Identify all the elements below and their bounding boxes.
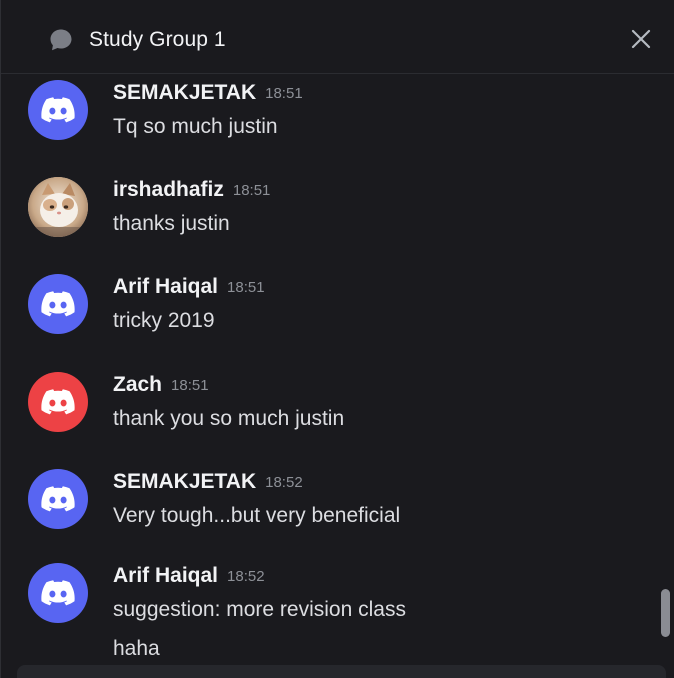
message-text: haha [113, 637, 160, 660]
message-text: tricky 2019 [113, 309, 215, 332]
username[interactable]: SEMAKJETAK [113, 470, 256, 493]
username[interactable]: SEMAKJETAK [113, 81, 256, 104]
message-list: SEMAKJETAK 18:51 Tq so much justin irsha… [1, 74, 674, 678]
message-header: Zach 18:51 [113, 372, 209, 398]
avatar[interactable] [28, 372, 88, 432]
timestamp: 18:51 [171, 377, 209, 394]
avatar[interactable] [28, 469, 88, 529]
close-icon [631, 29, 651, 49]
scrollbar-thumb[interactable] [661, 589, 670, 637]
discord-logo-icon [41, 580, 75, 606]
username[interactable]: irshadhafiz [113, 178, 224, 201]
avatar[interactable] [28, 274, 88, 334]
chat-window: Study Group 1 SEMAKJETAK 18:51 Tq so much… [0, 0, 674, 678]
message-text: thanks justin [113, 212, 230, 235]
avatar[interactable] [28, 177, 88, 237]
message-text: Very tough...but very beneficial [113, 504, 401, 527]
cat-photo-avatar [28, 177, 88, 237]
timestamp: 18:52 [265, 474, 303, 491]
message-header: SEMAKJETAK 18:52 [113, 469, 303, 495]
timestamp: 18:51 [232, 182, 271, 199]
message-header: irshadhafiz 18:51 [113, 177, 270, 203]
message-composer[interactable] [17, 665, 666, 678]
discord-logo-icon [41, 389, 75, 415]
message-header: Arif Haiqal 18:52 [113, 563, 265, 589]
timestamp: 18:51 [265, 85, 303, 102]
chat-bubble-icon [48, 27, 74, 53]
message-header: SEMAKJETAK 18:51 [113, 80, 303, 106]
discord-logo-icon [41, 291, 75, 317]
username[interactable]: Arif Haiqal [113, 564, 218, 587]
message-header: Arif Haiqal 18:51 [113, 274, 265, 300]
username[interactable]: Zach [113, 373, 162, 396]
thread-header: Study Group 1 [1, 0, 674, 74]
username[interactable]: Arif Haiqal [113, 275, 218, 298]
timestamp: 18:51 [227, 279, 265, 296]
discord-logo-icon [41, 97, 75, 123]
message-text: Tq so much justin [113, 115, 278, 138]
avatar[interactable] [28, 80, 88, 140]
timestamp: 18:52 [227, 568, 265, 585]
thread-title: Study Group 1 [89, 28, 226, 51]
message-text: suggestion: more revision class [113, 598, 406, 621]
avatar[interactable] [28, 563, 88, 623]
message-text: thank you so much justin [113, 407, 345, 430]
close-button[interactable] [626, 24, 656, 54]
discord-logo-icon [41, 486, 75, 512]
